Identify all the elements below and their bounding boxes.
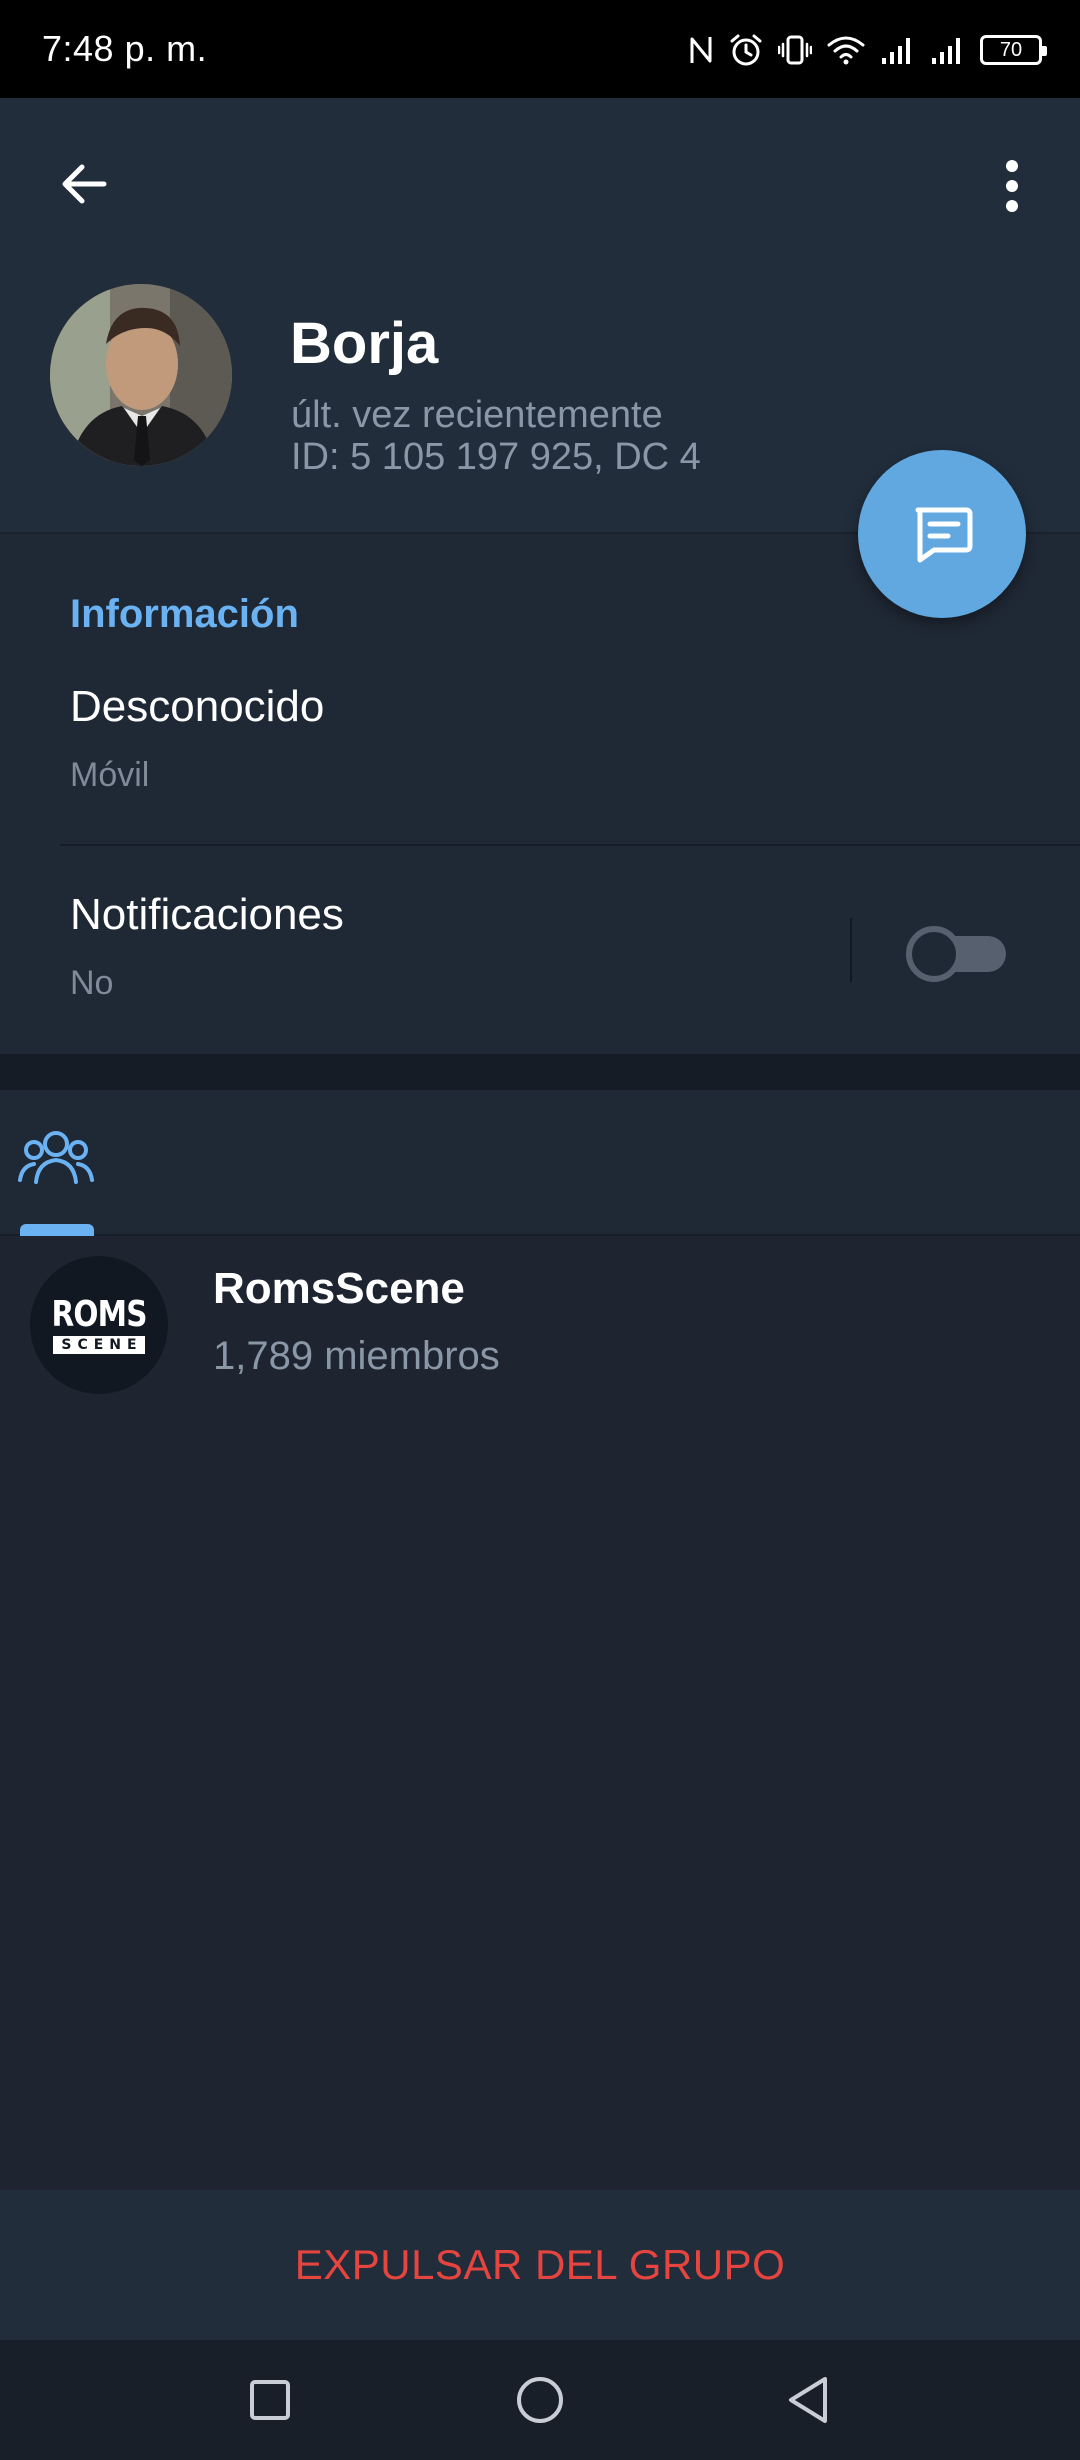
more-vertical-icon [1006,160,1018,212]
list-item[interactable]: ROMS SCENE RomsScene 1,789 miembros [0,1236,1080,1414]
status-time: 7:48 p. m. [42,28,208,69]
kick-label: EXPULSAR DEL GRUPO [294,2241,786,2288]
tab-groups[interactable] [18,1126,94,1236]
tab-indicator [20,1224,94,1236]
vertical-divider [850,918,852,982]
notifications-value: No [70,964,114,1002]
battery-level: 70 [999,39,1023,61]
status-bar: 7:48 p. m. 70 [0,0,1080,98]
group-avatar: ROMS SCENE [30,1256,168,1394]
notifications-label[interactable]: Notificaciones [70,890,344,940]
back-button[interactable] [46,146,122,222]
phone-value[interactable]: Desconocido [70,682,324,732]
battery-icon: 70 [980,35,1047,65]
user-id: ID: 5 105 197 925, DC 4 [291,436,701,478]
arrow-left-icon [62,164,107,204]
section-title: Información [70,592,299,636]
kick-from-group-button[interactable]: EXPULSAR DEL GRUPO [0,2190,1080,2340]
phone-label: Móvil [70,756,150,794]
section-separator [0,1054,1080,1090]
avatar[interactable] [50,284,232,466]
group-logo-bottom: SCENE [53,1335,145,1354]
send-message-button[interactable] [858,450,1026,618]
recents-icon [250,2380,290,2420]
group-name: RomsScene [213,1264,465,1313]
home-button[interactable] [506,2366,574,2434]
vibrate-icon [778,33,812,67]
last-seen-status: últ. vez recientemente [291,394,663,436]
group-logo-top: ROMS [51,1293,147,1335]
groups-icon [18,1131,94,1184]
shared-tabs [0,1090,1080,1236]
signal-icon [930,34,966,66]
more-options-button[interactable] [984,150,1040,222]
recents-button[interactable] [236,2366,304,2434]
back-icon [789,2377,827,2423]
alarm-icon [728,32,764,68]
back-nav-button[interactable] [774,2366,842,2434]
home-icon [517,2377,563,2423]
message-icon [915,507,973,563]
wifi-icon [826,33,866,67]
notifications-toggle[interactable] [906,926,1010,982]
status-icons: 70 [688,30,1047,70]
divider [60,844,1080,846]
profile-name: Borja [290,311,439,376]
signal-icon [880,34,916,66]
group-members: 1,789 miembros [213,1334,500,1378]
nfc-icon [688,33,714,67]
toggle-knob [906,926,962,982]
system-nav-bar [0,2340,1080,2460]
